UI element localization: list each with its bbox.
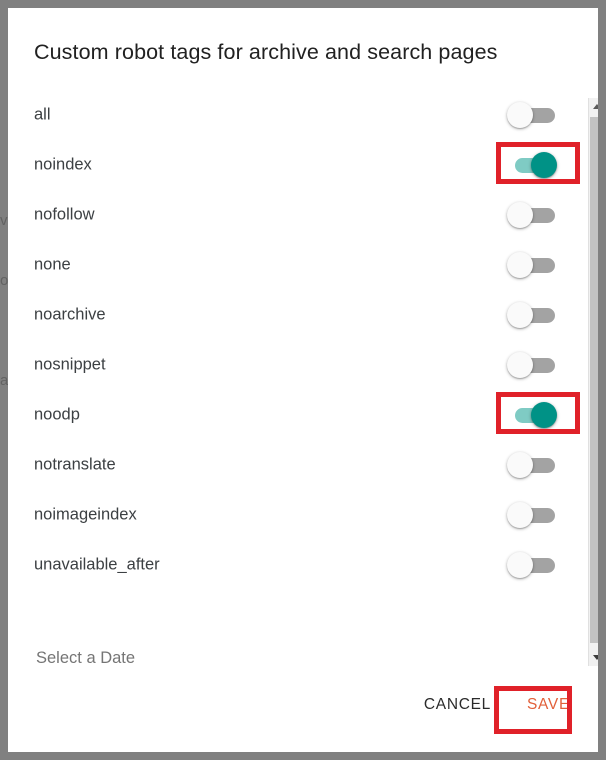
toggle-thumb: [507, 502, 533, 528]
tag-label: nosnippet: [34, 355, 106, 374]
toggle-thumb: [531, 402, 557, 428]
tag-row: noarchive: [8, 290, 598, 340]
tag-label: all: [34, 105, 51, 124]
scroll-down-button[interactable]: [589, 649, 598, 666]
toggle-thumb: [507, 102, 533, 128]
tag-row: none: [8, 240, 598, 290]
custom-robot-tags-dialog: Custom robot tags for archive and search…: [8, 8, 598, 752]
toggle-switch-noimageindex[interactable]: [505, 502, 561, 528]
toggle-thumb: [507, 552, 533, 578]
tag-label: noarchive: [34, 305, 106, 324]
toggle-switch-noodp[interactable]: [505, 402, 561, 428]
vertical-scrollbar[interactable]: [588, 98, 598, 666]
tag-row: all: [8, 90, 598, 140]
tag-label: unavailable_after: [34, 555, 160, 574]
background-text-fragment: v: [0, 212, 8, 229]
tag-label: noimageindex: [34, 505, 137, 524]
cancel-button[interactable]: CANCEL: [414, 690, 501, 720]
toggle-switch-none[interactable]: [505, 252, 561, 278]
tag-list-scroll-area[interactable]: all noindex nofollow none noarchive nosnippet…: [8, 90, 598, 668]
toggle-thumb: [507, 302, 533, 328]
toggle-thumb: [531, 152, 557, 178]
tag-row: notranslate: [8, 440, 598, 490]
toggle-thumb: [507, 202, 533, 228]
tag-row: unavailable_after: [8, 540, 598, 590]
toggle-switch-nofollow[interactable]: [505, 202, 561, 228]
tag-row: noindex: [8, 140, 598, 190]
toggle-thumb: [507, 452, 533, 478]
toggle-thumb: [507, 352, 533, 378]
tag-row: nofollow: [8, 190, 598, 240]
dialog-title: Custom robot tags for archive and search…: [34, 40, 498, 64]
triangle-down-icon: [593, 655, 598, 660]
tag-row: noodp: [8, 390, 598, 440]
tag-label: noindex: [34, 155, 92, 174]
select-a-date-input[interactable]: [34, 640, 368, 676]
tag-label: none: [34, 255, 71, 274]
scrollbar-thumb[interactable]: [590, 117, 598, 643]
tag-label: nofollow: [34, 205, 95, 224]
scroll-up-button[interactable]: [589, 98, 598, 115]
tag-row: noimageindex: [8, 490, 598, 540]
tag-label: noodp: [34, 405, 80, 424]
save-button[interactable]: SAVE: [517, 690, 580, 720]
toggle-switch-noindex[interactable]: [505, 152, 561, 178]
toggle-switch-nosnippet[interactable]: [505, 352, 561, 378]
toggle-switch-noarchive[interactable]: [505, 302, 561, 328]
tag-row: nosnippet: [8, 340, 598, 390]
toggle-switch-all[interactable]: [505, 102, 561, 128]
dialog-actions: CANCEL SAVE: [414, 690, 580, 720]
triangle-up-icon: [593, 104, 598, 109]
toggle-thumb: [507, 252, 533, 278]
toggle-switch-notranslate[interactable]: [505, 452, 561, 478]
tag-label: notranslate: [34, 455, 116, 474]
toggle-switch-unavailable_after[interactable]: [505, 552, 561, 578]
